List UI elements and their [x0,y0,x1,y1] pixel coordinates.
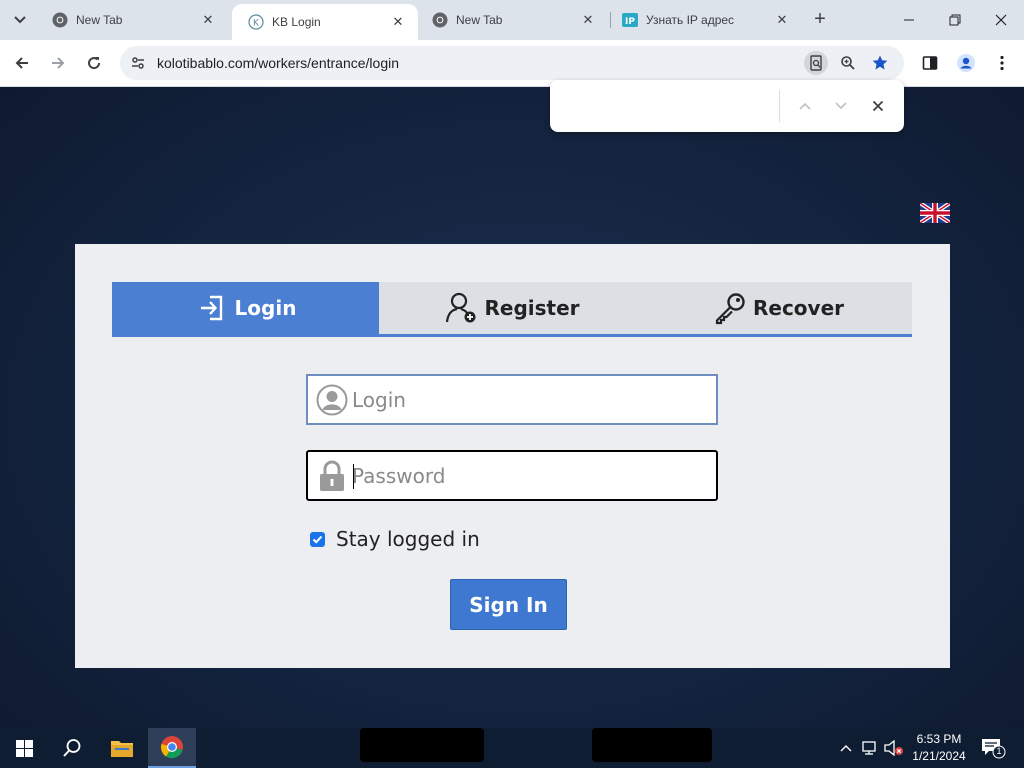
close-window-button[interactable] [978,0,1024,40]
find-next-button[interactable] [829,94,853,118]
find-bar [550,80,904,132]
start-button[interactable] [0,728,48,768]
chrome-icon [52,12,68,28]
ip-favicon: IP [622,12,638,28]
find-close-button[interactable] [866,94,890,118]
find-previous-button[interactable] [793,94,817,118]
password-input[interactable] [352,458,707,494]
close-tab-icon[interactable]: ✕ [200,12,216,28]
tab-search-button[interactable] [6,7,34,33]
chevron-down-icon [835,102,847,110]
tab-login[interactable]: Login [112,282,379,334]
bookmark-star-icon[interactable] [868,51,892,75]
tab-title: Узнать IP адрес [646,13,735,27]
redacted-area [360,728,484,762]
minimize-button[interactable] [886,0,932,40]
close-icon [995,14,1007,26]
find-input[interactable] [562,92,774,120]
forward-button[interactable] [43,48,73,78]
tab-title: KB Login [272,15,321,29]
chevron-down-icon [14,16,26,24]
chevron-up-icon[interactable] [836,738,856,758]
clock-date: 1/21/2024 [912,749,966,763]
browser-tab-2[interactable]: K KB Login ✕ [232,4,418,40]
windows-taskbar: 6:53 PM 1/21/2024 1 [0,728,1024,768]
login-arrow-icon [195,291,229,325]
tab-login-label: Login [234,296,297,320]
more-vert-icon [1000,55,1004,71]
checkmark-icon [312,535,323,544]
page-content: Login Register Recover Login Stay logged… [0,87,1024,728]
password-field [306,450,718,501]
tab-strip: New Tab ✕ K KB Login ✕ New Tab ✕ IP Узна… [0,0,1024,40]
chrome-icon [432,12,448,28]
tab-title: New Tab [456,13,503,27]
back-button[interactable] [7,48,37,78]
side-panel-icon [922,56,938,70]
text-caret [353,464,354,489]
site-info-icon[interactable] [128,53,148,73]
network-icon[interactable] [861,738,881,758]
chrome-taskbar-button[interactable] [148,728,196,768]
stay-logged-in-row[interactable]: Stay logged in [310,527,480,551]
minimize-icon [904,19,914,21]
key-icon [713,291,747,325]
tab-register-label: Register [484,296,580,320]
add-user-icon [444,291,478,325]
uk-flag-icon[interactable] [918,201,952,225]
login-field [306,374,718,425]
sign-in-button[interactable]: Sign In [450,579,567,630]
back-arrow-icon [15,57,28,69]
restore-icon [949,14,961,26]
url-text[interactable]: kolotibablo.com/workers/entrance/login [157,55,399,71]
system-clock[interactable]: 6:53 PM 1/21/2024 [906,731,972,765]
svg-text:IP: IP [625,17,635,27]
close-tab-icon[interactable]: ✕ [390,14,406,30]
volume-muted-icon[interactable] [884,738,904,758]
reload-icon [88,57,101,70]
notification-center-button[interactable]: 1 [980,736,1006,760]
notification-count: 1 [996,746,1002,756]
browser-tab-3[interactable]: New Tab ✕ [416,0,608,40]
lock-icon [315,459,349,493]
profile-avatar-icon [957,54,975,72]
chevron-up-icon [799,102,811,110]
close-tab-icon[interactable]: ✕ [580,12,596,28]
windows-logo-icon [15,739,33,757]
login-panel: Login Register Recover Login Stay logged… [75,244,950,668]
profile-button[interactable] [951,48,981,78]
zoom-icon[interactable] [836,51,860,75]
close-icon [872,100,884,112]
new-tab-button[interactable]: + [806,6,834,34]
tab-register[interactable]: Register [379,282,645,334]
close-tab-icon[interactable]: ✕ [774,12,790,28]
user-avatar-icon [315,383,349,417]
tab-recover-label: Recover [752,296,845,320]
page-search-icon[interactable] [804,51,828,75]
folder-icon [111,741,133,757]
file-explorer-button[interactable] [98,728,146,768]
reload-button[interactable] [79,48,109,78]
stay-logged-in-label[interactable]: Stay logged in [336,527,480,551]
stay-logged-in-checkbox[interactable] [310,531,325,547]
redacted-area [592,728,712,762]
taskbar-search-button[interactable] [48,728,96,768]
clock-time: 6:53 PM [916,732,962,746]
login-input[interactable] [352,382,707,418]
tab-title: New Tab [76,13,123,27]
forward-arrow-icon [52,57,65,69]
browser-tab-4[interactable]: IP Узнать IP адрес ✕ [606,0,802,40]
auth-tabs: Login Register Recover [112,282,912,337]
search-icon [63,739,81,757]
side-panel-button[interactable] [915,48,945,78]
menu-button[interactable] [987,48,1017,78]
restore-button[interactable] [932,0,978,40]
address-bar[interactable]: kolotibablo.com/workers/entrance/login [120,46,904,80]
chrome-logo-icon [160,736,183,759]
browser-tab-1[interactable]: New Tab ✕ [36,0,228,40]
tab-recover[interactable]: Recover [645,282,912,334]
find-separator [779,90,780,122]
kb-favicon: K [248,14,264,30]
svg-text:K: K [253,19,260,29]
